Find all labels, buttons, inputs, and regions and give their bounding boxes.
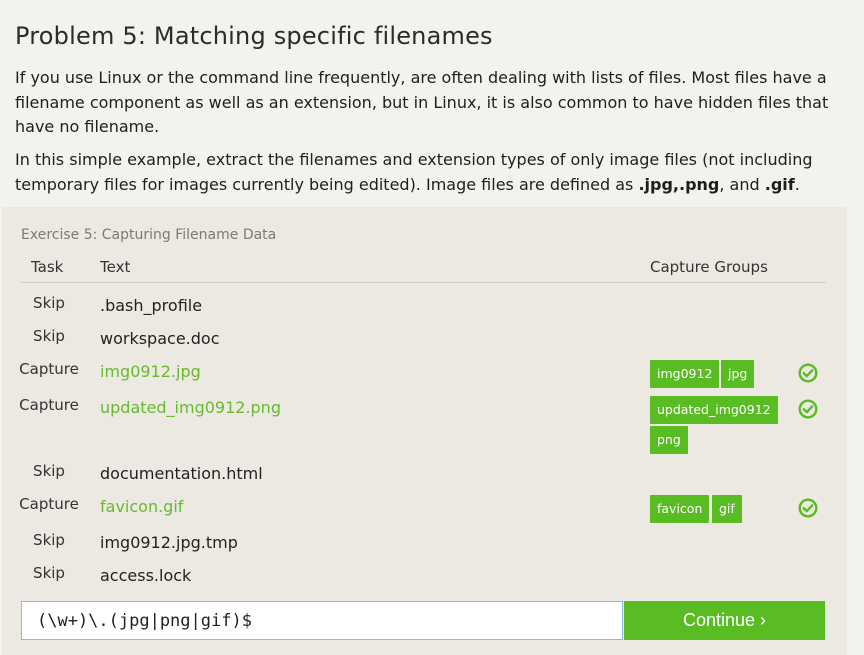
problem-description: If you use Linux or the command line fre… [15, 68, 829, 136]
row-text: documentation.html [100, 464, 263, 483]
row-text: access.lock [100, 566, 192, 585]
header-capture-groups: Capture Groups [650, 258, 768, 276]
capture-group-tag: updated_img0912 [650, 396, 778, 424]
header-divider [21, 282, 826, 283]
regex-input[interactable] [22, 602, 622, 639]
row-text: img0912.jpg [100, 362, 201, 381]
task-label: Capture [19, 360, 79, 378]
task-label: Capture [19, 495, 79, 513]
regex-input-wrapper [21, 601, 623, 640]
check-icon [798, 399, 818, 419]
ext-png: ,.png [672, 174, 720, 194]
capture-group-tag: png [650, 426, 688, 454]
task-label: Skip [33, 564, 65, 582]
instructions-end: . [794, 174, 800, 194]
capture-group-tag: gif [712, 495, 742, 523]
check-icon [798, 363, 818, 383]
problem-instructions: In this simple example, extract the file… [15, 148, 830, 197]
task-label: Skip [33, 531, 65, 549]
row-text: updated_img0912.png [100, 398, 281, 417]
ext-gif: .gif [764, 174, 795, 194]
task-label: Skip [33, 294, 65, 312]
instructions-and: , and [719, 174, 765, 194]
task-label: Skip [33, 327, 65, 345]
capture-group-tag: favicon [650, 495, 710, 523]
capture-group-tag: img0912 [650, 360, 720, 388]
row-text: workspace.doc [100, 329, 220, 348]
row-text: img0912.jpg.tmp [100, 533, 238, 552]
exercise-title: Exercise 5: Capturing Filename Data [21, 227, 277, 243]
task-label: Skip [33, 462, 65, 480]
problem-title: Problem 5: Matching specific filenames [15, 22, 493, 50]
check-icon [798, 498, 818, 518]
capture-group-tag: jpg [721, 360, 755, 388]
continue-button[interactable]: Continue › [624, 601, 825, 640]
row-text: .bash_profile [100, 296, 203, 315]
ext-jpg: .jpg [638, 174, 673, 194]
header-task: Task [31, 258, 64, 276]
header-text: Text [100, 258, 131, 276]
row-text: favicon.gif [100, 497, 184, 516]
task-label: Capture [19, 396, 79, 414]
